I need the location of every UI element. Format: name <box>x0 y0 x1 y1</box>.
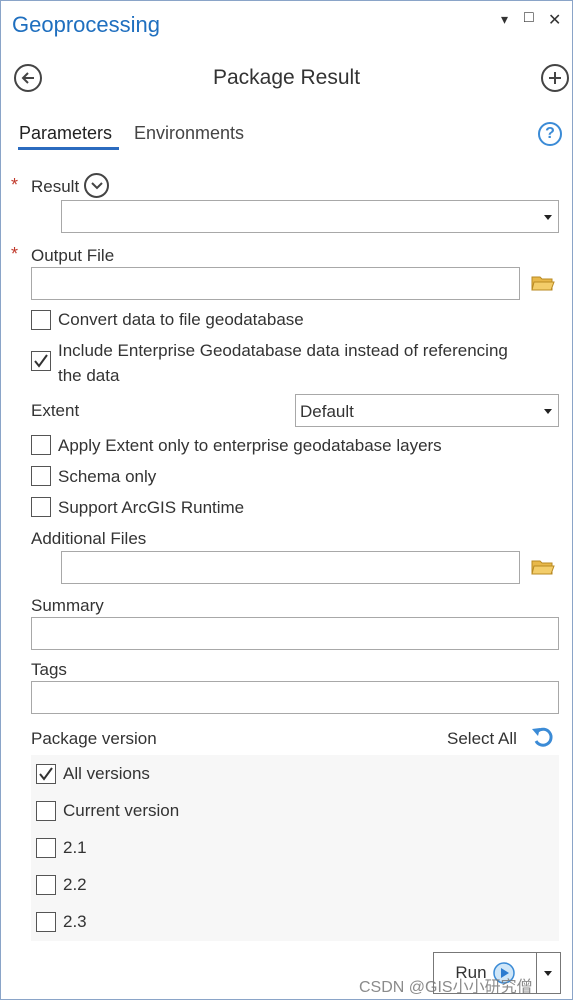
output-file-input[interactable] <box>31 267 520 300</box>
summary-label: Summary <box>31 596 104 615</box>
schema-only-label: Schema only <box>58 467 157 486</box>
checkmark-icon <box>34 354 48 368</box>
watermark: CSDN @GIS小小研究僧 <box>359 979 533 996</box>
version-checkbox-all[interactable] <box>36 764 56 784</box>
version-checkbox-current[interactable] <box>36 801 56 821</box>
add-circle-icon <box>549 72 561 84</box>
run-options-dropdown[interactable] <box>537 952 561 994</box>
pane-title: Geoprocessing <box>12 12 160 37</box>
extent-label: Extent <box>31 401 80 420</box>
checkmark-icon <box>39 767 53 781</box>
extent-select[interactable]: Default <box>295 394 559 427</box>
tags-label: Tags <box>31 660 67 679</box>
extent-value: Default <box>300 402 354 421</box>
support-runtime-checkbox[interactable] <box>31 497 51 517</box>
required-marker: * <box>11 175 19 195</box>
package-version-label: Package version <box>31 729 157 748</box>
summary-input[interactable] <box>31 617 559 650</box>
version-checkbox-2-1[interactable] <box>36 838 56 858</box>
convert-data-checkbox[interactable] <box>31 310 51 330</box>
version-checkbox-2-2[interactable] <box>36 875 56 895</box>
pane-menu-dropdown-icon[interactable]: ▾ <box>501 11 508 28</box>
tool-title: Package Result <box>212 66 361 89</box>
version-label-current: Current version <box>63 801 180 820</box>
dropdown-arrow-icon <box>544 408 552 414</box>
help-icon[interactable]: ? <box>538 122 562 146</box>
include-enterprise-label-line2: the data <box>58 366 120 385</box>
dropdown-arrow-icon <box>544 214 552 220</box>
version-checkbox-2-3[interactable] <box>36 912 56 932</box>
select-all-link[interactable]: Select All <box>447 729 517 749</box>
chevron-down-icon <box>90 181 103 189</box>
result-label: Result <box>31 177 80 196</box>
schema-only-checkbox[interactable] <box>31 466 51 486</box>
tab-active-indicator <box>18 147 119 150</box>
version-label-2-1: 2.1 <box>63 838 87 857</box>
required-marker: * <box>11 244 19 264</box>
version-label-2-2: 2.2 <box>63 875 87 894</box>
folder-browse-icon[interactable] <box>531 558 555 576</box>
folder-browse-icon[interactable] <box>531 274 555 292</box>
reset-icon[interactable] <box>530 725 556 749</box>
close-icon[interactable]: ✕ <box>548 10 561 30</box>
output-file-label: Output File <box>31 246 115 265</box>
apply-extent-checkbox[interactable] <box>31 435 51 455</box>
support-runtime-label: Support ArcGIS Runtime <box>58 498 245 517</box>
restore-icon[interactable]: □ <box>524 9 534 27</box>
include-enterprise-label-line1: Include Enterprise Geodatabase data inst… <box>58 341 508 360</box>
additional-files-input[interactable] <box>61 551 520 584</box>
apply-extent-label: Apply Extent only to enterprise geodatab… <box>58 436 442 455</box>
dropdown-arrow-icon <box>544 971 552 976</box>
include-enterprise-checkbox[interactable] <box>31 351 51 371</box>
add-button[interactable] <box>541 64 569 92</box>
convert-data-label: Convert data to file geodatabase <box>58 310 304 329</box>
result-expand-button[interactable] <box>84 173 109 198</box>
version-label-all: All versions <box>63 764 150 783</box>
geoprocessing-pane: Geoprocessing ▾ □ ✕ Package Result Param… <box>0 0 573 1000</box>
version-label-2-3: 2.3 <box>63 912 87 931</box>
tab-parameters[interactable]: Parameters <box>19 123 112 144</box>
additional-files-label: Additional Files <box>31 529 147 548</box>
tags-input[interactable] <box>31 681 559 714</box>
tab-environments[interactable]: Environments <box>134 123 244 144</box>
result-select[interactable] <box>61 200 559 233</box>
